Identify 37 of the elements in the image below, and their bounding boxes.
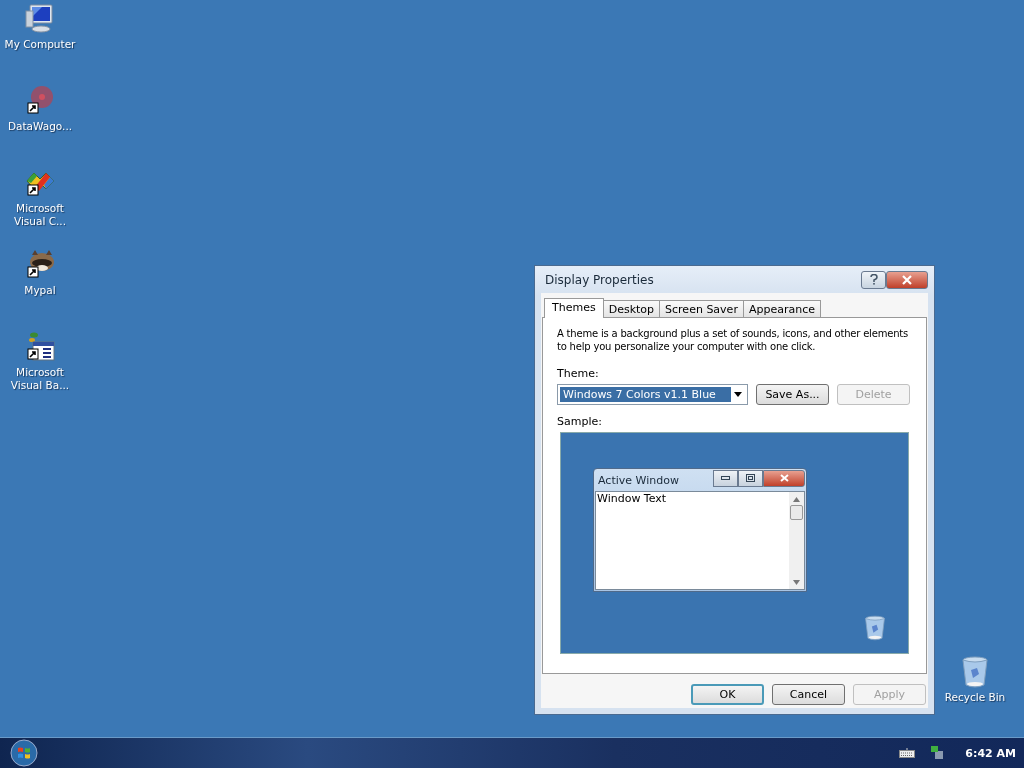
network-icon[interactable] [929, 745, 946, 761]
theme-dropdown[interactable]: Windows 7 Colors v1.1 Blue [557, 384, 748, 405]
tab[interactable]: Screen Saver [659, 300, 744, 317]
help-icon [869, 274, 878, 285]
dialog-button[interactable]: Cancel [772, 684, 845, 705]
desktop-icon-label[interactable]: DataWago... [0, 120, 80, 133]
close-icon [902, 274, 912, 285]
scroll-up-icon [793, 497, 800, 502]
desktop-icon-label[interactable]: My Computer [0, 38, 80, 51]
tab[interactable]: Appearance [742, 300, 821, 317]
theme-description: A theme is a background plus a set of sounds, icons, and other elements to help you personalize your computer with one click. [557, 327, 909, 353]
start-button[interactable] [10, 739, 38, 767]
help-button[interactable] [861, 270, 886, 289]
tab[interactable]: Themes [544, 298, 604, 318]
desktop-icon-label[interactable]: Recycle Bin [935, 691, 1015, 704]
maximize-icon [738, 469, 763, 487]
recycle-bin-icon [864, 614, 886, 642]
theme-label: Theme: [557, 367, 600, 380]
tab[interactable]: Desktop [602, 300, 661, 317]
minimize-icon [713, 469, 738, 487]
dialog-button[interactable]: OK [691, 684, 764, 705]
theme-button[interactable]: Save As... [756, 384, 829, 405]
scroll-thumb[interactable] [790, 505, 803, 520]
sample-window-title: Active Window [597, 473, 680, 487]
clock[interactable]: 6:42 AM [965, 746, 1016, 760]
sample-label: Sample: [557, 415, 603, 428]
recycle-bin-icon [961, 656, 989, 688]
sample-window-text: Window Text [596, 492, 668, 507]
desktop-icon-label[interactable]: Microsoft Visual C... [0, 202, 80, 228]
scroll-down-icon [793, 580, 800, 585]
desktop-icon-label[interactable]: Microsoft Visual Ba... [0, 366, 80, 392]
close-icon [763, 469, 805, 487]
desktop-icon-label[interactable]: Mypal [0, 284, 80, 297]
dropdown-arrow-icon [731, 392, 745, 397]
close-button[interactable] [886, 270, 928, 289]
window-title: Display Properties [544, 272, 655, 287]
keyboard-icon[interactable] [899, 748, 916, 758]
